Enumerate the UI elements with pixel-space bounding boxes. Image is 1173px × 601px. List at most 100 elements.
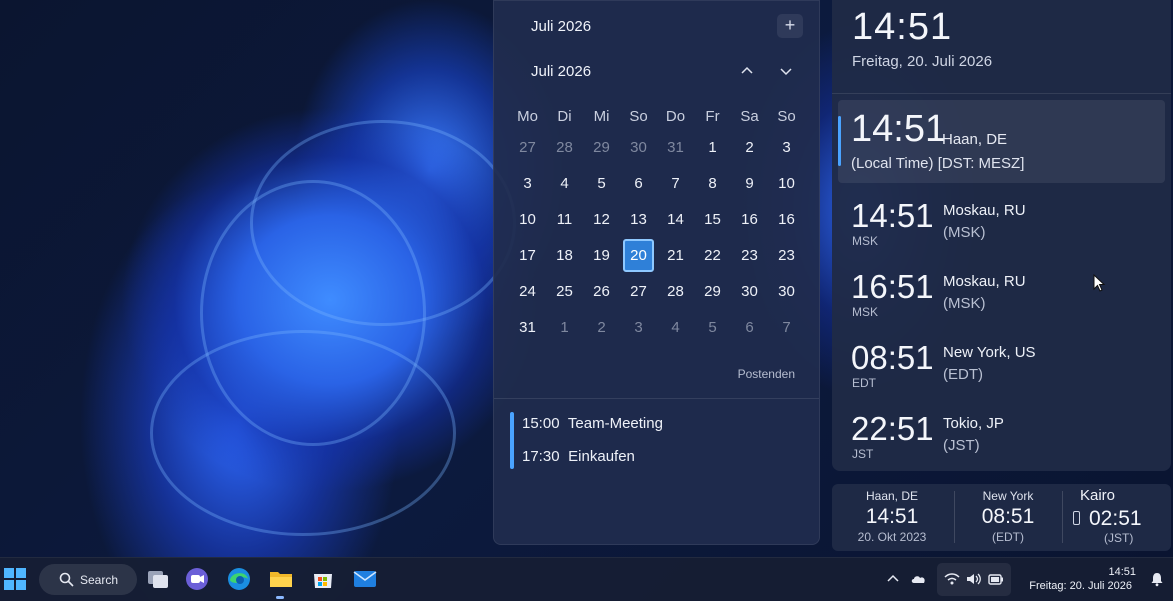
calendar-day[interactable]: 10 bbox=[768, 166, 805, 202]
windows-start-icon[interactable] bbox=[4, 568, 26, 590]
event-item[interactable]: 17:30 Einkaufen bbox=[522, 448, 635, 465]
calendar-day[interactable]: 6 bbox=[731, 310, 768, 346]
calendar-day[interactable]: 31 bbox=[657, 130, 694, 166]
calendar-day[interactable]: 30 bbox=[731, 274, 768, 310]
divider bbox=[832, 93, 1171, 94]
calendar-day[interactable]: 31 bbox=[509, 310, 546, 346]
calendar-week-row: 3 4 5 6 7 8 9 10 bbox=[509, 166, 809, 202]
calendar-day[interactable]: 19 bbox=[583, 238, 620, 274]
selection-indicator bbox=[838, 116, 841, 166]
events-link[interactable]: Postenden bbox=[738, 367, 795, 381]
calendar-day[interactable]: 29 bbox=[694, 274, 731, 310]
mini-clock-date: 20. Okt 2023 bbox=[857, 530, 927, 544]
calendar-week-row: 10 11 12 13 14 15 16 16 bbox=[509, 202, 809, 238]
calendar-day[interactable]: 2 bbox=[731, 130, 768, 166]
mini-clock-city: Kairo bbox=[1080, 487, 1116, 504]
chevron-down-icon bbox=[780, 68, 792, 76]
local-time: 14:51 bbox=[851, 108, 947, 150]
event-accent-bar bbox=[510, 412, 514, 469]
calendar-day[interactable]: 1 bbox=[694, 130, 731, 166]
calendar-day[interactable]: 23 bbox=[731, 238, 768, 274]
zone-city: Tokio, JP bbox=[943, 415, 1004, 432]
teams-chat-icon[interactable] bbox=[184, 566, 210, 592]
calendar-day[interactable]: 12 bbox=[583, 202, 620, 238]
mini-clock-time: 08:51 bbox=[981, 505, 1035, 528]
calendar-day[interactable]: 25 bbox=[546, 274, 583, 310]
calendar-day[interactable]: 17 bbox=[509, 238, 546, 274]
edge-browser-icon[interactable] bbox=[226, 566, 252, 592]
calendar-day[interactable]: 16 bbox=[768, 202, 805, 238]
calendar-day[interactable]: 8 bbox=[694, 166, 731, 202]
calendar-day[interactable]: 18 bbox=[546, 238, 583, 274]
search-icon bbox=[59, 572, 74, 587]
timezone-row[interactable]: 22:51 JST Tokio, JP (JST) bbox=[832, 410, 1171, 480]
calendar-day[interactable]: 4 bbox=[657, 310, 694, 346]
calendar-day[interactable]: 3 bbox=[620, 310, 657, 346]
calendar-day[interactable]: 7 bbox=[768, 310, 805, 346]
add-event-button[interactable]: + bbox=[777, 14, 803, 38]
mini-clocks-widget[interactable]: Haan, DE 14:51 20. Okt 2023 New York 08:… bbox=[832, 484, 1171, 551]
mini-clock-time: 02:51 bbox=[1089, 507, 1142, 530]
weekday-label: So bbox=[629, 108, 648, 125]
calendar-day[interactable]: 28 bbox=[546, 130, 583, 166]
calendar-day[interactable]: 9 bbox=[731, 166, 768, 202]
mail-icon[interactable] bbox=[352, 566, 378, 592]
previous-month-button[interactable] bbox=[739, 63, 761, 83]
timezone-row[interactable]: 08:51 EDT New York, US (EDT) bbox=[832, 339, 1171, 409]
event-item[interactable]: 15:00 Team-Meeting bbox=[522, 415, 663, 432]
mini-clock-newyork: New York 08:51 (EDT) bbox=[959, 484, 1057, 551]
calendar-day[interactable]: 5 bbox=[583, 166, 620, 202]
calendar-day[interactable]: 11 bbox=[546, 202, 583, 238]
calendar-day[interactable]: 2 bbox=[583, 310, 620, 346]
event-time: 15:00 bbox=[522, 415, 560, 432]
calendar-day[interactable]: 14 bbox=[657, 202, 694, 238]
calendar-day[interactable]: 24 bbox=[509, 274, 546, 310]
calendar-week-row: 31 1 2 3 4 5 6 7 bbox=[509, 310, 809, 346]
wifi-icon bbox=[944, 573, 960, 585]
wallpaper-swirl bbox=[250, 120, 516, 326]
calendar-day[interactable]: 3 bbox=[768, 130, 805, 166]
task-view-icon[interactable] bbox=[145, 566, 171, 592]
zone-abbreviation: MSK bbox=[852, 305, 879, 319]
calendar-day[interactable]: 30 bbox=[768, 274, 805, 310]
calendar-day[interactable]: 3 bbox=[509, 166, 546, 202]
month-label[interactable]: Juli 2026 bbox=[531, 63, 591, 80]
zone-time: 14:51 bbox=[851, 197, 934, 234]
calendar-day[interactable]: 7 bbox=[657, 166, 694, 202]
calendar-day[interactable]: 21 bbox=[657, 238, 694, 274]
calendar-day[interactable]: 27 bbox=[509, 130, 546, 166]
file-explorer-icon[interactable] bbox=[268, 566, 294, 592]
calendar-day[interactable]: 15 bbox=[694, 202, 731, 238]
calendar-day[interactable]: 29 bbox=[583, 130, 620, 166]
quick-settings-button[interactable] bbox=[937, 563, 1011, 596]
calendar-day[interactable]: 6 bbox=[620, 166, 657, 202]
calendar-day[interactable]: 22 bbox=[694, 238, 731, 274]
calendar-day[interactable]: 16 bbox=[731, 202, 768, 238]
store-icon[interactable] bbox=[310, 566, 336, 592]
calendar-day[interactable]: 13 bbox=[620, 202, 657, 238]
timezone-row[interactable]: 16:51 MSK Moskau, RU (MSK) bbox=[832, 268, 1171, 338]
taskbar-clock-date[interactable]: Freitag: 20. Juli 2026 bbox=[1029, 580, 1132, 592]
search-label: Search bbox=[80, 573, 119, 587]
notification-bell-icon[interactable] bbox=[1149, 571, 1165, 587]
zone-time: 22:51 bbox=[851, 410, 934, 447]
calendar-day[interactable]: 23 bbox=[768, 238, 805, 274]
show-hidden-icons-chevron-up-icon[interactable] bbox=[884, 570, 902, 588]
mini-clock-timezone: (EDT) bbox=[992, 530, 1024, 544]
calendar-day[interactable]: 26 bbox=[583, 274, 620, 310]
taskbar-clock-time[interactable]: 14:51 bbox=[1108, 566, 1136, 578]
calendar-day[interactable]: 30 bbox=[620, 130, 657, 166]
local-time-card[interactable]: 14:51 Haan, DE (Local Time) [DST: MESZ] bbox=[838, 100, 1165, 183]
next-month-button[interactable] bbox=[778, 63, 800, 83]
calendar-day[interactable]: 27 bbox=[620, 274, 657, 310]
calendar-day[interactable]: 5 bbox=[694, 310, 731, 346]
current-date: Freitag, 20. Juli 2026 bbox=[852, 53, 993, 70]
taskbar-search[interactable]: Search bbox=[39, 564, 137, 595]
calendar-day[interactable]: 1 bbox=[546, 310, 583, 346]
calendar-day[interactable]: 10 bbox=[509, 202, 546, 238]
calendar-day[interactable]: 28 bbox=[657, 274, 694, 310]
onedrive-cloud-icon[interactable] bbox=[910, 570, 928, 588]
timezone-row[interactable]: 14:51 MSK Moskau, RU (MSK) bbox=[832, 197, 1171, 267]
calendar-day-selected[interactable]: 20 bbox=[620, 238, 657, 274]
calendar-day[interactable]: 4 bbox=[546, 166, 583, 202]
